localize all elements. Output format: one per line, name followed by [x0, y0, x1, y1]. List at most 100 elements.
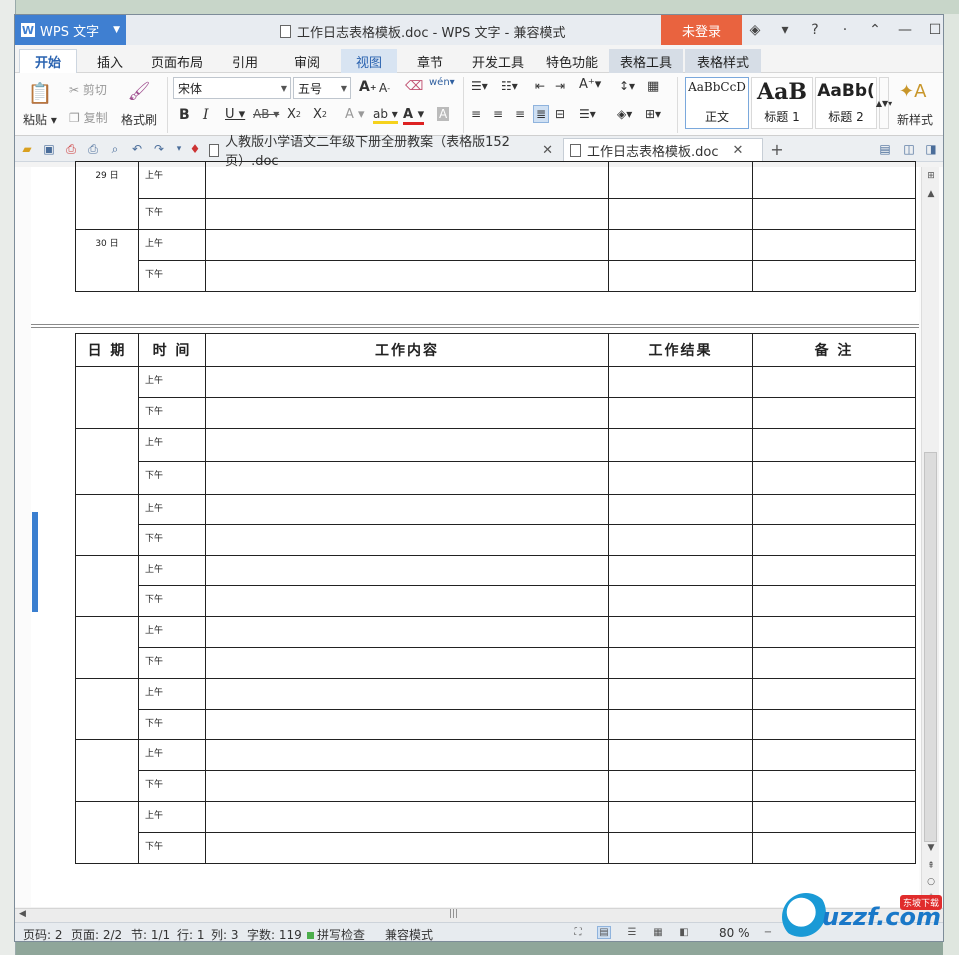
status-section[interactable]: 节: 1/1 — [131, 926, 170, 941]
reading-view-icon[interactable]: ◧ — [677, 926, 691, 939]
border-icon[interactable]: ⊞▾ — [645, 107, 661, 121]
status-col[interactable]: 列: 3 — [211, 926, 239, 941]
status-pages[interactable]: 页面: 2/2 — [71, 926, 122, 941]
grow-font-icon[interactable]: A + — [359, 79, 377, 95]
styles-scroll[interactable]: ▲▼▾ — [876, 77, 892, 129]
format-painter-button[interactable]: 格式刷 — [121, 111, 157, 128]
result-cell[interactable] — [608, 198, 753, 230]
help-icon[interactable]: ? — [805, 20, 825, 40]
tab-section[interactable]: 章节 — [407, 49, 453, 73]
notes-cell[interactable] — [752, 428, 916, 462]
content-cell[interactable] — [205, 366, 609, 398]
maximize-icon[interactable]: ☐ — [925, 20, 943, 40]
content-cell[interactable] — [205, 260, 609, 292]
notes-cell[interactable] — [752, 770, 916, 802]
spell-check-toggle[interactable]: 拼写检查 — [307, 926, 365, 941]
content-cell[interactable] — [205, 739, 609, 771]
open-folder-icon[interactable]: ▰ — [19, 141, 35, 157]
login-button[interactable]: 未登录 — [661, 15, 742, 45]
web-view-icon[interactable]: ▦ — [651, 926, 665, 939]
tab-menu-icon[interactable]: ◫ — [901, 141, 917, 157]
shading-icon[interactable]: ◈▾ — [617, 107, 632, 121]
content-cell[interactable] — [205, 524, 609, 556]
vertical-scrollbar[interactable]: ⊞ ▲ ▼ ⇞ ○ ⇟ — [921, 167, 939, 907]
notes-cell[interactable] — [752, 161, 916, 199]
notes-cell[interactable] — [752, 366, 916, 398]
paste-icon[interactable]: 📋 — [25, 79, 55, 107]
close-tab-icon[interactable]: ✕ — [542, 143, 553, 158]
result-cell[interactable] — [608, 739, 753, 771]
new-tab-icon[interactable]: + — [769, 140, 785, 159]
zoom-out-icon[interactable]: − — [761, 926, 775, 939]
date-cell[interactable] — [75, 678, 139, 740]
bold-icon[interactable]: B — [179, 107, 190, 123]
content-cell[interactable] — [205, 801, 609, 833]
scroll-top-icon[interactable]: ⊞ — [925, 171, 937, 181]
doc-tab-1[interactable]: 人教版小学语文二年级下册全册教案（表格版152页）.doc ✕ — [203, 135, 559, 169]
line-spacing-icon[interactable]: ☰▾ — [579, 107, 596, 121]
content-cell[interactable] — [205, 555, 609, 586]
undo-icon[interactable]: ↶ — [129, 141, 145, 157]
shrink-font-icon[interactable]: A- — [379, 81, 390, 95]
redo-icon[interactable]: ↷ — [151, 141, 167, 157]
align-left-icon[interactable]: ≡ — [471, 107, 481, 121]
decrease-indent-icon[interactable]: ⇤ — [535, 79, 545, 93]
tab-special[interactable]: 特色功能 — [539, 49, 605, 73]
status-row[interactable]: 行: 1 — [177, 926, 205, 941]
time-cell[interactable]: 上午 — [138, 229, 206, 261]
notes-cell[interactable] — [752, 647, 916, 679]
result-cell[interactable] — [608, 397, 753, 429]
time-cell[interactable]: 下午 — [138, 397, 206, 429]
format-painter-icon[interactable]: 🖌 — [127, 79, 151, 103]
distribute-icon[interactable]: ⊟ — [555, 107, 565, 121]
pinyin-icon[interactable]: wén▾ — [429, 77, 455, 88]
content-cell[interactable] — [205, 678, 609, 710]
result-cell[interactable] — [608, 524, 753, 556]
content-cell[interactable] — [205, 616, 609, 648]
time-cell[interactable]: 上午 — [138, 161, 206, 199]
time-cell[interactable]: 上午 — [138, 616, 206, 648]
minimize-icon[interactable]: — — [895, 20, 915, 40]
cut-button[interactable]: ✂ 剪切 — [69, 81, 107, 98]
time-cell[interactable]: 上午 — [138, 555, 206, 586]
time-cell[interactable]: 下午 — [138, 524, 206, 556]
status-words[interactable]: 字数: 119 — [247, 926, 302, 941]
outline-view-icon[interactable]: ☰ — [625, 926, 639, 939]
page-view-icon[interactable]: ▤ — [597, 926, 611, 939]
copy-button[interactable]: ❐ 复制 — [69, 109, 108, 126]
text-effect-icon[interactable]: A ▾ — [345, 107, 365, 122]
paste-button[interactable]: 粘贴 ▾ — [23, 111, 57, 128]
tab-settings-icon[interactable]: ◨ — [923, 141, 939, 157]
date-cell[interactable] — [75, 616, 139, 679]
dropdown-icon[interactable]: · — [835, 20, 855, 40]
tab-list-icon[interactable]: ▤ — [877, 141, 893, 157]
notes-cell[interactable] — [752, 229, 916, 261]
result-cell[interactable] — [608, 616, 753, 648]
result-cell[interactable] — [608, 709, 753, 740]
notes-cell[interactable] — [752, 585, 916, 617]
result-cell[interactable] — [608, 647, 753, 679]
content-cell[interactable] — [205, 647, 609, 679]
result-cell[interactable] — [608, 366, 753, 398]
result-cell[interactable] — [608, 555, 753, 586]
result-cell[interactable] — [608, 161, 753, 199]
side-panel-toggle[interactable] — [32, 512, 38, 612]
vertical-scroll-thumb[interactable] — [924, 452, 937, 842]
tab-references[interactable]: 引用 — [221, 49, 269, 73]
app-menu-button[interactable]: W WPS 文字 ▼ — [15, 15, 126, 45]
qat-more-icon[interactable]: ▾ — [171, 141, 187, 157]
tab-view[interactable]: 视图 — [341, 49, 397, 73]
date-cell[interactable] — [75, 801, 139, 864]
content-cell[interactable] — [205, 161, 609, 199]
date-cell[interactable] — [75, 494, 139, 556]
content-cell[interactable] — [205, 229, 609, 261]
underline-icon[interactable]: U ▾ — [225, 107, 245, 122]
zoom-level[interactable]: 80 % — [719, 926, 750, 940]
char-shading-icon[interactable]: A — [437, 107, 450, 121]
table-grid-icon[interactable]: ▦ — [647, 79, 659, 94]
tab-developer[interactable]: 开发工具 — [465, 49, 531, 73]
result-cell[interactable] — [608, 678, 753, 710]
result-cell[interactable] — [608, 832, 753, 864]
style-normal[interactable]: AaBbCcD 正文 — [685, 77, 749, 129]
print-icon[interactable]: ⎙ — [85, 141, 101, 157]
